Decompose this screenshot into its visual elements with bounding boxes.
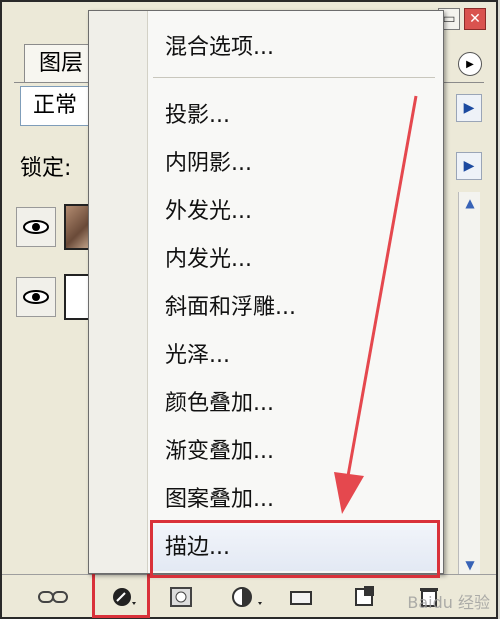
lock-label: 锁定:	[20, 156, 72, 181]
menu-item-satin[interactable]: 光泽...	[165, 337, 230, 369]
close-icon[interactable]: ✕	[464, 8, 486, 30]
window-controls: ▭ ✕	[438, 8, 486, 30]
menu-item-pattern-overlay[interactable]: 图案叠加...	[165, 481, 274, 513]
menu-item-color-overlay[interactable]: 颜色叠加...	[165, 385, 274, 417]
menu-item-drop-shadow[interactable]: 投影...	[165, 97, 230, 129]
visibility-eye-icon[interactable]	[16, 207, 56, 247]
menu-item-gradient-overlay[interactable]: 渐变叠加...	[165, 433, 274, 465]
watermark: Baidu 经验	[407, 593, 490, 612]
layer-row[interactable]	[16, 202, 92, 252]
annotation-arrow-icon	[334, 95, 418, 514]
new-group-icon[interactable]	[290, 585, 312, 609]
menu-item-inner-shadow[interactable]: 内阴影...	[165, 145, 252, 177]
menu-item-inner-glow[interactable]: 内发光...	[165, 241, 252, 273]
menu-item-blending-options[interactable]: 混合选项...	[165, 29, 274, 61]
menu-gutter	[89, 11, 148, 573]
panel-menu-icon[interactable]: ▶	[458, 52, 482, 76]
menu-separator	[153, 77, 435, 78]
add-mask-icon[interactable]	[168, 585, 194, 609]
fill-arrow-icon[interactable]: ▶	[456, 152, 482, 180]
adjustment-layer-icon[interactable]	[228, 585, 268, 609]
menu-item-outer-glow[interactable]: 外发光...	[165, 193, 252, 225]
layers-scrollbar[interactable]: ▲ ▼	[458, 192, 480, 576]
scroll-up-icon[interactable]: ▲	[459, 192, 481, 214]
visibility-eye-icon[interactable]	[16, 277, 56, 317]
menu-item-bevel-emboss[interactable]: 斜面和浮雕...	[165, 289, 296, 321]
layer-row[interactable]	[16, 272, 92, 322]
scroll-down-icon[interactable]: ▼	[459, 554, 481, 576]
new-layer-icon[interactable]	[354, 585, 376, 609]
opacity-arrow-icon[interactable]: ▶	[456, 94, 482, 122]
link-layers-icon[interactable]	[36, 585, 70, 609]
stroke-item-highlight	[150, 520, 440, 578]
